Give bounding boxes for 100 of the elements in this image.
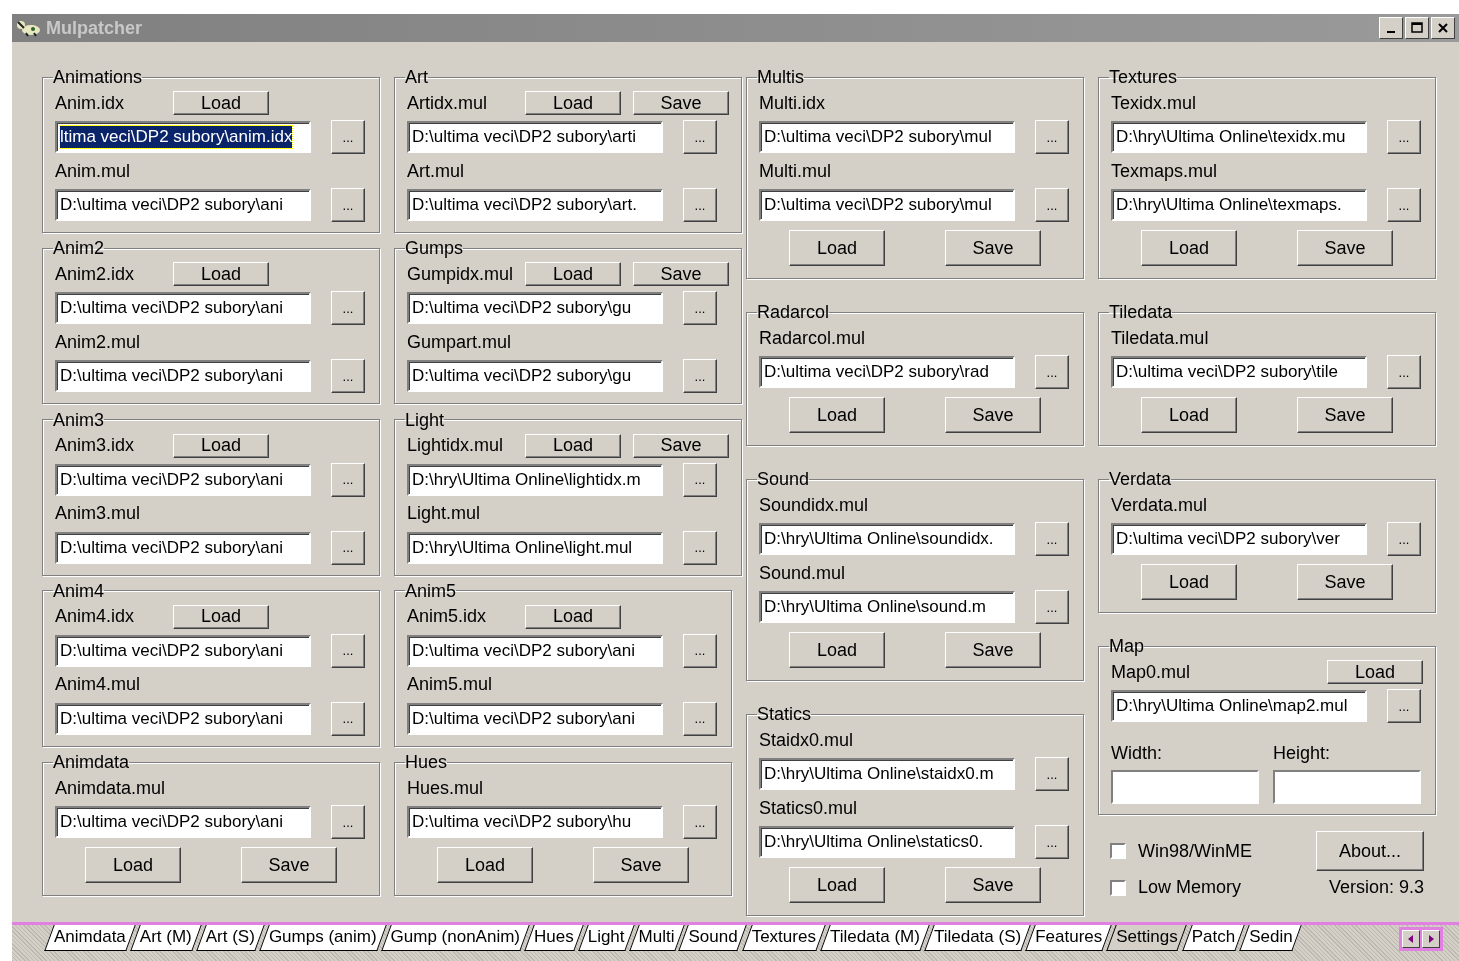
scroll-left-button[interactable]: [1402, 930, 1420, 948]
path-field[interactable]: D:\hry\Ultima Online\statics0.: [759, 826, 1015, 858]
load-button[interactable]: Load: [525, 604, 621, 629]
browse-button[interactable]: ...: [683, 701, 717, 736]
browse-button[interactable]: ...: [1035, 522, 1069, 556]
path-field[interactable]: D:\ultima veci\DP2 subory\ani: [55, 806, 311, 838]
path-field[interactable]: D:\hry\Ultima Online\soundidx.: [759, 523, 1015, 555]
browse-button[interactable]: ...: [331, 188, 365, 222]
save-button[interactable]: Save: [945, 230, 1041, 266]
load-button[interactable]: Load: [789, 632, 885, 668]
load-button[interactable]: Load: [789, 397, 885, 433]
load-button[interactable]: Load: [525, 262, 621, 287]
path-field[interactable]: D:\ultima veci\DP2 subory\ani: [407, 702, 663, 735]
path-field[interactable]: ltima veci\DP2 subory\anim.idx: [55, 121, 311, 153]
load-button[interactable]: Load: [789, 230, 885, 266]
path-field[interactable]: D:\ultima veci\DP2 subory\ani: [55, 360, 311, 393]
browse-button[interactable]: ...: [1387, 689, 1421, 723]
path-field[interactable]: D:\ultima veci\DP2 subory\ani: [407, 634, 663, 667]
browse-button[interactable]: ...: [1035, 188, 1069, 222]
path-field[interactable]: D:\ultima veci\DP2 subory\ani: [55, 634, 311, 667]
save-button[interactable]: Save: [593, 847, 689, 883]
browse-button[interactable]: ...: [1035, 757, 1069, 791]
path-field[interactable]: D:\ultima veci\DP2 subory\mul: [759, 121, 1015, 153]
browse-button[interactable]: ...: [683, 120, 717, 154]
save-button[interactable]: Save: [1297, 564, 1393, 600]
browse-button[interactable]: ...: [683, 805, 717, 839]
browse-button[interactable]: ...: [1035, 825, 1069, 859]
save-button[interactable]: Save: [945, 867, 1041, 903]
browse-button[interactable]: ...: [1035, 355, 1069, 389]
load-button[interactable]: Load: [173, 604, 269, 629]
path-field[interactable]: D:\ultima veci\DP2 subory\rad: [759, 356, 1015, 388]
path-field[interactable]: D:\ultima veci\DP2 subory\ani: [55, 531, 311, 564]
input-field[interactable]: [1111, 770, 1259, 804]
load-button[interactable]: Load: [525, 433, 621, 458]
load-button[interactable]: Load: [437, 847, 533, 883]
browse-button[interactable]: ...: [683, 291, 717, 326]
save-button[interactable]: Save: [241, 847, 337, 883]
path-field[interactable]: D:\hry\Ultima Online\lightidx.m: [407, 463, 663, 496]
load-button[interactable]: Load: [1141, 230, 1237, 266]
path-field[interactable]: D:\ultima veci\DP2 subory\ver: [1111, 523, 1367, 555]
minimize-button[interactable]: [1379, 17, 1403, 39]
checkbox[interactable]: [1110, 879, 1126, 896]
browse-button[interactable]: ...: [1387, 120, 1421, 154]
browse-button[interactable]: ...: [1035, 120, 1069, 154]
about-button[interactable]: About...: [1316, 831, 1424, 871]
browse-button[interactable]: ...: [331, 805, 365, 839]
path-field[interactable]: D:\hry\Ultima Online\texmaps.: [1111, 189, 1367, 221]
browse-button[interactable]: ...: [1387, 188, 1421, 222]
load-button[interactable]: Load: [173, 433, 269, 458]
path-field[interactable]: D:\ultima veci\DP2 subory\art.: [407, 189, 663, 221]
load-button[interactable]: Load: [1141, 564, 1237, 600]
browse-button[interactable]: ...: [331, 291, 365, 326]
path-field[interactable]: D:\ultima veci\DP2 subory\ani: [55, 292, 311, 325]
path-field[interactable]: D:\hry\Ultima Online\sound.m: [759, 591, 1015, 623]
save-button[interactable]: Save: [633, 262, 729, 287]
save-button[interactable]: Save: [633, 433, 729, 458]
load-button[interactable]: Load: [525, 91, 621, 115]
browse-button[interactable]: ...: [683, 359, 717, 394]
browse-button[interactable]: ...: [331, 120, 365, 154]
path-field[interactable]: D:\ultima veci\DP2 subory\ani: [55, 463, 311, 496]
load-button[interactable]: Load: [85, 847, 181, 883]
browse-button[interactable]: ...: [1035, 590, 1069, 624]
save-button[interactable]: Save: [945, 397, 1041, 433]
browse-button[interactable]: ...: [331, 359, 365, 394]
browse-button[interactable]: ...: [331, 633, 365, 668]
close-button[interactable]: [1431, 17, 1455, 39]
load-button[interactable]: Load: [173, 91, 269, 115]
browse-button[interactable]: ...: [331, 462, 365, 497]
checkbox[interactable]: [1110, 843, 1126, 859]
maximize-button[interactable]: [1405, 17, 1429, 39]
path-field[interactable]: D:\hry\Ultima Online\light.mul: [407, 531, 663, 564]
browse-button[interactable]: ...: [331, 530, 365, 565]
save-button[interactable]: Save: [633, 91, 729, 115]
path-field[interactable]: D:\ultima veci\DP2 subory\hu: [407, 806, 663, 838]
browse-button[interactable]: ...: [683, 188, 717, 222]
load-button[interactable]: Load: [789, 867, 885, 903]
browse-button[interactable]: ...: [331, 701, 365, 736]
browse-button[interactable]: ...: [1387, 355, 1421, 389]
browse-button[interactable]: ...: [683, 633, 717, 668]
path-field[interactable]: D:\ultima veci\DP2 subory\tile: [1111, 356, 1367, 388]
load-button[interactable]: Load: [1327, 660, 1423, 684]
path-field[interactable]: D:\hry\Ultima Online\staidx0.m: [759, 758, 1015, 790]
save-button[interactable]: Save: [1297, 230, 1393, 266]
browse-button[interactable]: ...: [683, 462, 717, 497]
save-button[interactable]: Save: [1297, 397, 1393, 433]
input-field[interactable]: [1273, 770, 1421, 804]
save-button[interactable]: Save: [945, 632, 1041, 668]
path-field[interactable]: D:\ultima veci\DP2 subory\ani: [55, 702, 311, 735]
path-field[interactable]: D:\hry\Ultima Online\texidx.mu: [1111, 121, 1367, 153]
browse-button[interactable]: ...: [1387, 522, 1421, 556]
path-field[interactable]: D:\ultima veci\DP2 subory\mul: [759, 189, 1015, 221]
path-field[interactable]: D:\ultima veci\DP2 subory\gu: [407, 360, 663, 393]
path-field[interactable]: D:\hry\Ultima Online\map2.mul: [1111, 690, 1367, 722]
path-field[interactable]: D:\ultima veci\DP2 subory\gu: [407, 292, 663, 325]
browse-button[interactable]: ...: [683, 530, 717, 565]
scroll-right-button[interactable]: [1422, 930, 1440, 948]
load-button[interactable]: Load: [173, 262, 269, 287]
load-button[interactable]: Load: [1141, 397, 1237, 433]
path-field[interactable]: D:\ultima veci\DP2 subory\arti: [407, 121, 663, 153]
path-field[interactable]: D:\ultima veci\DP2 subory\ani: [55, 189, 311, 221]
